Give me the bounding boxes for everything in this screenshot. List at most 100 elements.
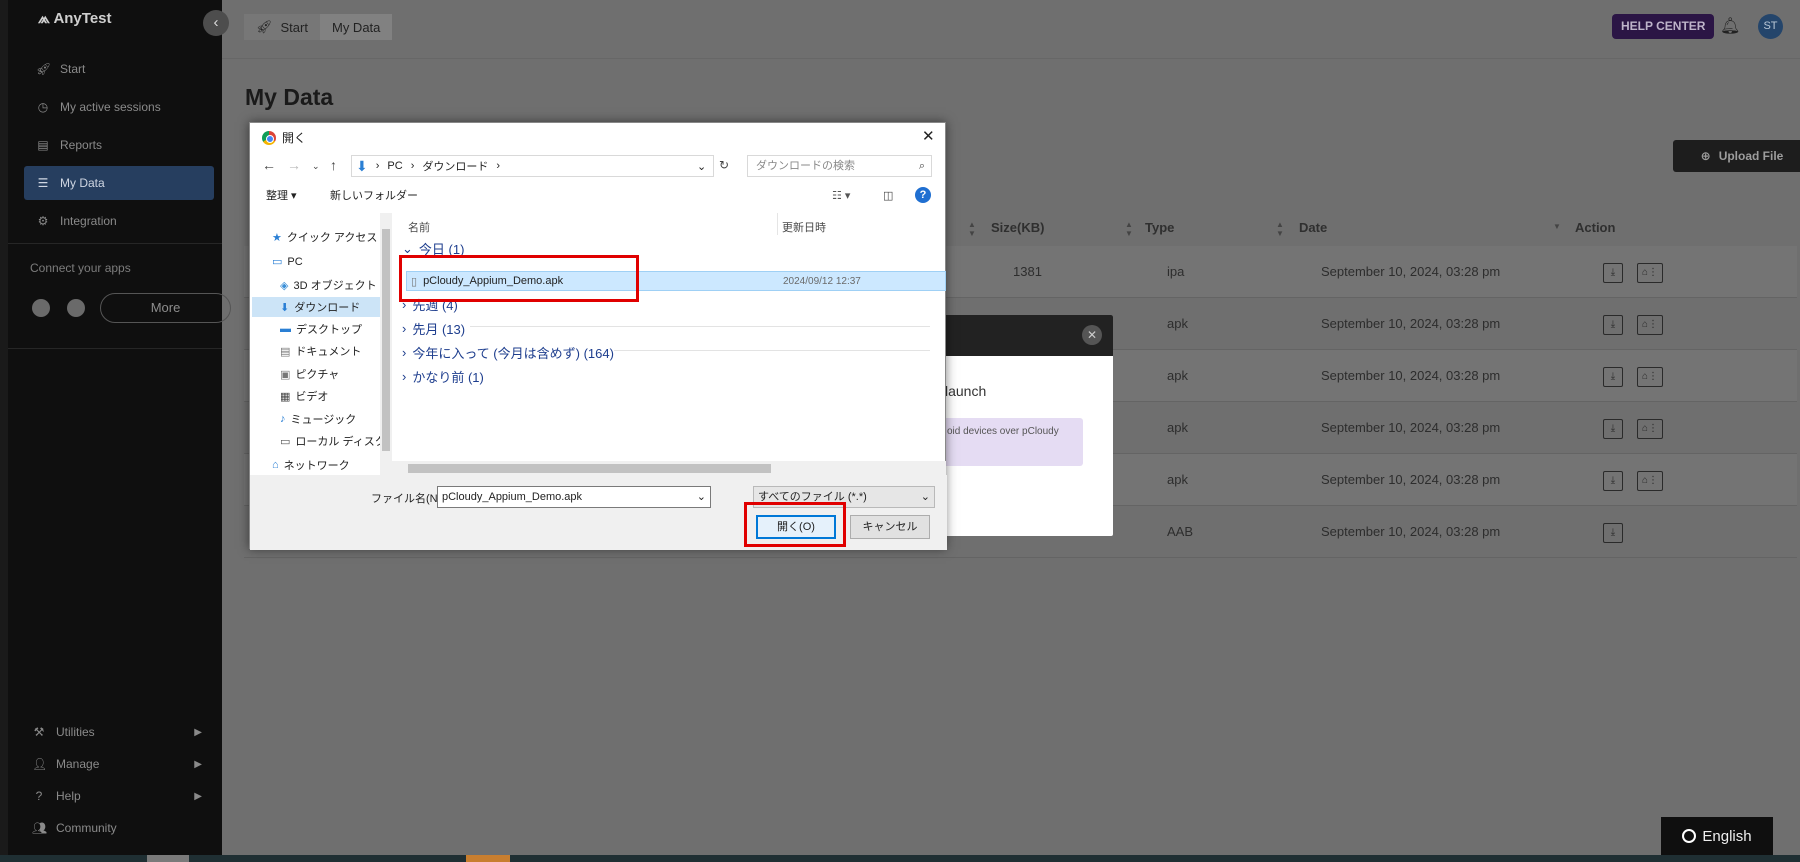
taskbar-button[interactable] <box>147 855 189 862</box>
tree-music[interactable]: ♪ ミュージック <box>280 411 356 427</box>
download-icon[interactable]: ⤓ <box>1603 523 1623 543</box>
help-center-button[interactable]: HELP CENTER <box>1612 14 1715 39</box>
refresh-icon[interactable]: ↻ <box>719 158 729 172</box>
search-input[interactable]: ダウンロードの検索 ⌕ <box>747 155 932 177</box>
view-options-icon[interactable]: ☷ ▾ <box>832 183 850 209</box>
tree-pictures[interactable]: ▣ ピクチャ <box>280 366 339 382</box>
caret-right-icon: ▶ <box>194 758 202 770</box>
device-menu-icon[interactable]: ⌂⋮ <box>1637 471 1663 491</box>
tree-downloads[interactable]: ⬇ ダウンロード <box>252 297 380 317</box>
more-button[interactable]: More <box>100 293 231 323</box>
column-header-size[interactable]: Size(KB) <box>991 220 1044 235</box>
highlight-box <box>399 255 639 302</box>
taskbar <box>0 855 1800 862</box>
bell-icon[interactable]: 🔔︎ <box>1720 16 1740 36</box>
tree-documents[interactable]: ▤ ドキュメント <box>280 343 361 359</box>
tools-icon: ⚒ <box>33 725 45 739</box>
help-icon[interactable]: ? <box>915 187 931 203</box>
chrome-icon <box>262 130 276 145</box>
sidebar-item-my-data[interactable]: ☰ My Data <box>24 166 214 200</box>
group-last-month[interactable]: › 先月 (13) <box>402 319 932 338</box>
breadcrumb-my-data[interactable]: My Data <box>319 14 393 40</box>
column-header-date[interactable]: Date <box>1299 220 1327 235</box>
video-icon: ▦ <box>280 390 291 403</box>
close-icon[interactable]: ✕ <box>922 127 935 145</box>
upload-icon: ⊕ <box>1700 149 1711 163</box>
back-icon[interactable]: ← <box>262 157 276 173</box>
address-segment[interactable]: PC <box>387 160 402 172</box>
device-menu-icon[interactable]: ⌂⋮ <box>1637 367 1663 387</box>
modal-note: oid devices over pCloudy <box>943 418 1083 466</box>
up-icon[interactable]: ↑ <box>330 157 337 173</box>
column-header-date-modified[interactable]: 更新日時 <box>782 219 826 235</box>
download-icon[interactable]: ⤓ <box>1603 315 1623 335</box>
rocket-icon: 🚀︎ <box>36 62 52 76</box>
sidebar-item-start[interactable]: 🚀︎ Start <box>24 52 214 86</box>
address-bar[interactable]: ⬇ › PC › ダウンロード › ⌄ <box>351 155 714 177</box>
preview-pane-icon[interactable]: ◫ <box>883 183 893 209</box>
sort-icon[interactable]: ▲ ▼ <box>1125 220 1133 238</box>
sort-desc-icon[interactable]: ▼ <box>1553 222 1561 231</box>
connected-app-icon[interactable] <box>67 299 85 317</box>
tree-desktop[interactable]: ▬ デスクトップ <box>280 321 362 337</box>
file-list-scrollbar[interactable] <box>392 461 946 475</box>
tree-local-disk[interactable]: ▭ローカル ディスク (C <box>280 433 380 449</box>
breadcrumb-start[interactable]: 🚀︎ Start <box>244 14 320 40</box>
filename-input[interactable]: pCloudy_Appium_Demo.apk ⌄ <box>437 486 711 508</box>
taskbar-button[interactable] <box>466 855 510 862</box>
window-edge <box>0 0 8 862</box>
desktop-icon: ▬ <box>280 323 291 335</box>
cancel-button[interactable]: キャンセル <box>850 515 930 539</box>
download-icon[interactable]: ⤓ <box>1603 263 1623 283</box>
download-icon[interactable]: ⤓ <box>1603 367 1623 387</box>
sidebar-item-community[interactable]: 👥︎ Community <box>32 821 202 835</box>
chevron-down-icon[interactable]: ⌄ <box>697 160 706 173</box>
divider <box>8 243 222 244</box>
sort-icon[interactable]: ▲ ▼ <box>1276 220 1284 238</box>
sidebar-item-manage[interactable]: 👤︎ Manage ▶ <box>32 757 202 771</box>
caret-right-icon: ▶ <box>194 790 202 802</box>
tree-pc[interactable]: ▭ PC <box>272 255 303 269</box>
sidebar-item-utilities[interactable]: ⚒ Utilities ▶ <box>32 725 202 739</box>
forward-icon[interactable]: → <box>287 157 301 173</box>
tree-3d-objects[interactable]: ◈ 3D オブジェクト <box>280 277 377 293</box>
address-segment[interactable]: ダウンロード <box>422 158 488 174</box>
close-icon[interactable]: ✕ <box>1082 325 1102 345</box>
avatar[interactable]: ST <box>1758 14 1783 39</box>
filename-label: ファイル名(N): <box>371 493 445 505</box>
device-menu-icon[interactable]: ⌂⋮ <box>1637 419 1663 439</box>
download-icon[interactable]: ⤓ <box>1603 419 1623 439</box>
highlight-box <box>744 502 846 547</box>
column-header-type[interactable]: Type <box>1145 220 1174 235</box>
recent-dropdown-icon[interactable]: ⌄ <box>312 161 320 172</box>
integration-icon: ⚙ <box>37 214 49 228</box>
sidebar-item-integration[interactable]: ⚙ Integration <box>24 204 214 238</box>
collapse-sidebar-button[interactable]: ‹ <box>203 10 229 36</box>
tree-scrollbar[interactable] <box>380 213 392 475</box>
sidebar-item-reports[interactable]: ▤ Reports <box>24 128 214 162</box>
device-menu-icon[interactable]: ⌂⋮ <box>1637 263 1663 283</box>
device-menu-icon[interactable]: ⌂⋮ <box>1637 315 1663 335</box>
clock-icon: ◷ <box>37 100 49 114</box>
group-long-ago[interactable]: › かなり前 (1) <box>402 367 484 386</box>
navigation-pane: ★ クイック アクセス ▭ PC ◈ 3D オブジェクト ⬇ ダウンロード ▬ デスクトッ… <box>250 213 380 475</box>
language-selector[interactable]: English <box>1661 817 1773 855</box>
download-folder-icon: ⬇ <box>356 157 368 174</box>
tree-videos[interactable]: ▦ ビデオ <box>280 388 328 404</box>
upload-file-button[interactable]: ⊕ Upload File <box>1673 140 1800 172</box>
chevron-right-icon: › <box>402 321 407 336</box>
organize-button[interactable]: 整理 ▾ <box>266 183 297 209</box>
tree-quick-access[interactable]: ★ クイック アクセス <box>272 229 377 245</box>
sidebar-item-active-sessions[interactable]: ◷ My active sessions <box>24 90 214 124</box>
download-icon[interactable]: ⤓ <box>1603 471 1623 491</box>
group-this-year[interactable]: › 今年に入って (今月は含めず) (164) <box>402 343 932 362</box>
chevron-down-icon[interactable]: ⌄ <box>697 487 706 507</box>
connected-app-icon[interactable] <box>32 299 50 317</box>
new-folder-button[interactable]: 新しいフォルダー <box>330 183 418 209</box>
column-header-name[interactable]: 名前 <box>408 219 430 235</box>
sort-icon[interactable]: ▲ ▼ <box>968 220 976 238</box>
picture-icon: ▣ <box>280 368 291 381</box>
sidebar-item-help[interactable]: ? Help ▶ <box>32 789 202 803</box>
tree-network[interactable]: ⌂ ネットワーク <box>272 459 350 471</box>
chevron-left-icon: ‹ <box>213 14 219 31</box>
